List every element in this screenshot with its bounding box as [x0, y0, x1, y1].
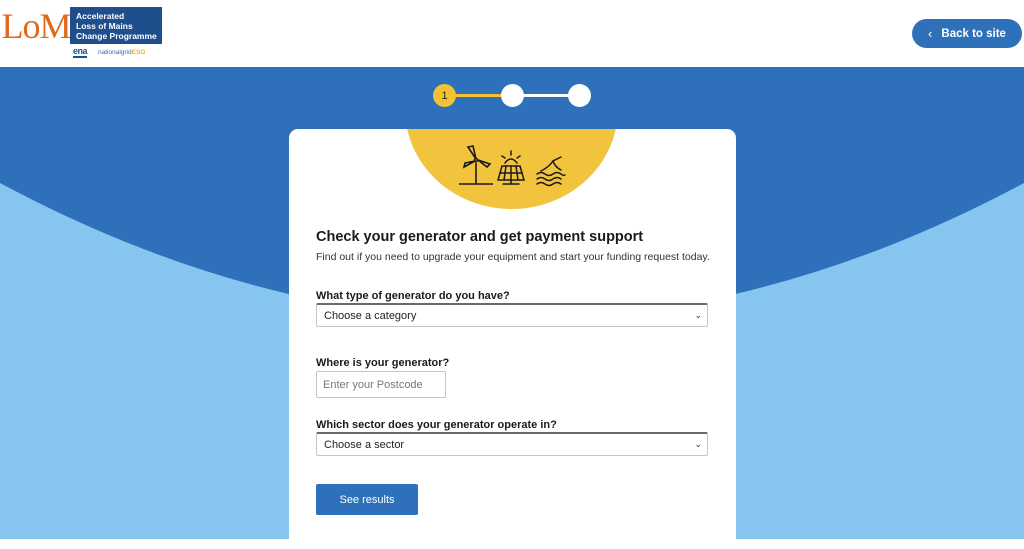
- logo-line-3: Change Programme: [76, 31, 157, 41]
- logo-line-1: Accelerated: [76, 11, 125, 21]
- logo-line-2: Loss of Mains: [76, 21, 133, 31]
- card-subtitle: Find out if you need to upgrade your equ…: [316, 251, 710, 263]
- energy-icons: [459, 145, 566, 187]
- wind-turbine-icon: [462, 145, 492, 185]
- back-to-site-button[interactable]: ‹ Back to site: [912, 19, 1022, 48]
- generator-type-label: What type of generator do you have?: [316, 290, 510, 302]
- lom-logo-mark: LoM: [1, 6, 72, 46]
- step-2: [501, 84, 524, 107]
- postcode-input[interactable]: [316, 371, 446, 398]
- solar-panel-icon: [497, 150, 525, 185]
- chevron-down-icon: ⌄: [694, 310, 702, 320]
- lom-logo-text: Accelerated Loss of Mains Change Program…: [70, 7, 162, 44]
- generator-type-value: Choose a category: [324, 309, 417, 322]
- progress-stepper: 1: [432, 84, 592, 108]
- hydro-water-icon: [536, 156, 566, 187]
- sector-select[interactable]: Choose a sector ⌄: [316, 432, 708, 456]
- see-results-button[interactable]: See results: [316, 484, 418, 515]
- card-title: Check your generator and get payment sup…: [316, 229, 644, 245]
- generator-check-card: Check your generator and get payment sup…: [289, 129, 736, 549]
- chevron-left-icon: ‹: [928, 26, 933, 41]
- site-header: LoM Accelerated Loss of Mains Change Pro…: [0, 0, 1024, 67]
- ena-logo: ena: [73, 46, 88, 58]
- lom-logo[interactable]: LoM Accelerated Loss of Mains Change Pro…: [0, 7, 162, 62]
- sector-label: Which sector does your generator operate…: [316, 419, 557, 431]
- chevron-down-icon: ⌄: [694, 439, 702, 449]
- location-label: Where is your generator?: [316, 357, 450, 369]
- step-3: [568, 84, 591, 107]
- step-1: 1: [433, 84, 456, 107]
- sector-value: Choose a sector: [324, 438, 405, 451]
- back-to-site-label: Back to site: [941, 27, 1006, 40]
- national-grid-eso-logo: nationalgridESO: [98, 49, 146, 56]
- generator-type-select[interactable]: Choose a category ⌄: [316, 303, 708, 327]
